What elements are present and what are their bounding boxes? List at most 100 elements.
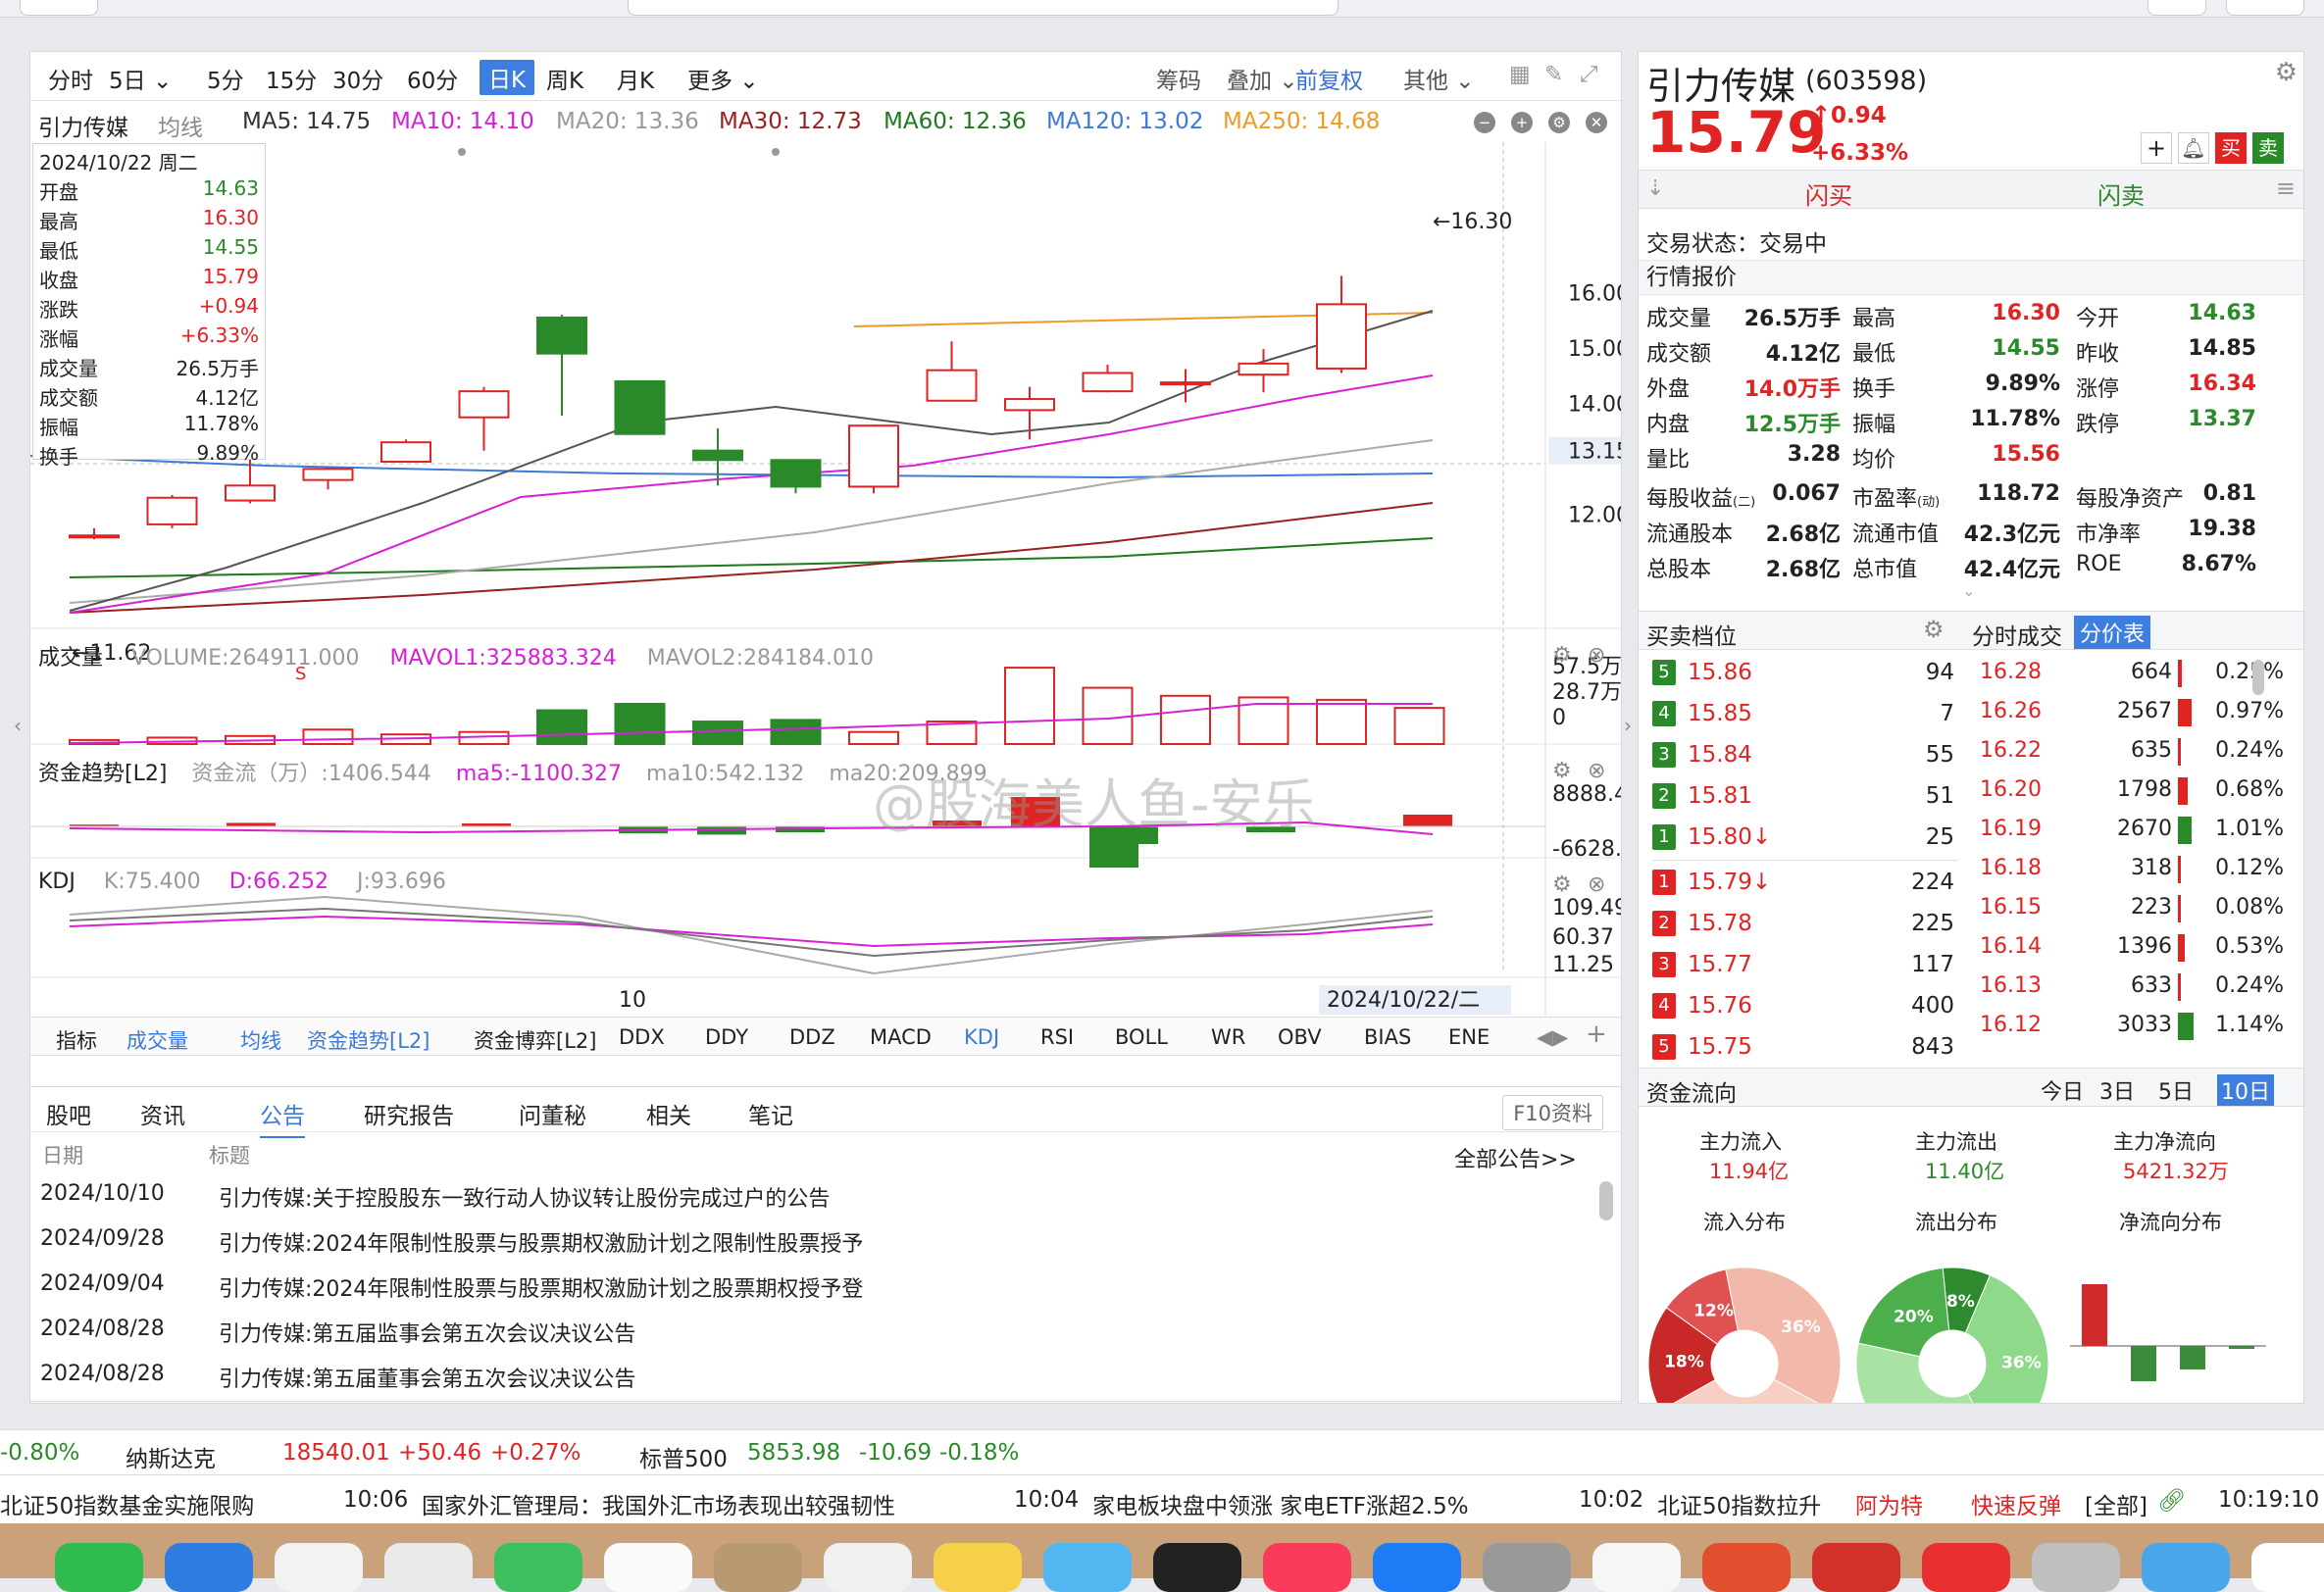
- ask-row[interactable]: 1 15.80↓ 25: [1652, 819, 1962, 858]
- dock-app-icon[interactable]: [1592, 1543, 1681, 1592]
- dock-app-icon[interactable]: [1043, 1543, 1132, 1592]
- sell-tag-button[interactable]: 卖: [2252, 132, 2284, 164]
- indicator-tab-14[interactable]: BIAS: [1364, 1025, 1411, 1049]
- price-table-row[interactable]: 16.13 633 0.24%: [1970, 968, 2290, 1007]
- price-table-row[interactable]: 16.26 2567 0.97%: [1970, 693, 2290, 732]
- orderbook-gear-icon[interactable]: ⚙: [1923, 616, 1945, 643]
- bid-row[interactable]: 5 15.75 843: [1652, 1028, 1962, 1068]
- news-tab-3[interactable]: 研究报告: [364, 1097, 454, 1130]
- news-ticker-item[interactable]: 10:06: [343, 1487, 408, 1513]
- back-button[interactable]: [20, 0, 98, 16]
- news-tab-6[interactable]: 笔记: [748, 1097, 793, 1130]
- menu-icon[interactable]: ≡: [2276, 174, 2296, 202]
- news-title[interactable]: 引力传媒:第五届董事会第五次会议决议公告: [219, 1362, 635, 1393]
- indicator-tab-6[interactable]: DDY: [705, 1025, 748, 1049]
- left-collapse-arrow[interactable]: ‹: [14, 714, 22, 737]
- fundflow-period-3[interactable]: 10日: [2217, 1074, 2274, 1106]
- price-table-row[interactable]: 16.14 1396 0.53%: [1970, 928, 2290, 968]
- indicator-tab-10[interactable]: RSI: [1040, 1025, 1074, 1049]
- buy-tag-button[interactable]: 买: [2215, 132, 2247, 164]
- indicator-tab-5[interactable]: DDX: [619, 1025, 665, 1049]
- news-ticker-item[interactable]: 家电板块盘中领涨 家电ETF涨超2.5%: [1092, 1487, 1469, 1520]
- dock-app-icon[interactable]: [2032, 1543, 2120, 1592]
- link-icon[interactable]: 🔗︎: [2157, 1487, 2186, 1514]
- news-tab-5[interactable]: 相关: [646, 1097, 691, 1130]
- news-scrollbar[interactable]: [1599, 1181, 1613, 1220]
- indicator-tab-8[interactable]: MACD: [870, 1025, 932, 1049]
- layout-button[interactable]: [2147, 0, 2206, 16]
- collapse-icon[interactable]: ⇣: [1646, 176, 1664, 201]
- indicator-tab-2[interactable]: 均线: [240, 1025, 281, 1055]
- add-icon[interactable]: +: [2141, 132, 2172, 164]
- price-table-row[interactable]: 16.12 3033 1.14%: [1970, 1007, 2290, 1046]
- dock-app-icon[interactable]: [1153, 1543, 1241, 1592]
- dock-app-icon[interactable]: [1263, 1543, 1351, 1592]
- news-row[interactable]: 2024/08/28 引力传媒:第五届监事会第五次会议决议公告: [40, 1317, 1570, 1348]
- ask-row[interactable]: 5 15.86 94: [1652, 654, 1962, 693]
- news-title[interactable]: 引力传媒:第五届监事会第五次会议决议公告: [219, 1317, 635, 1348]
- price-table-row[interactable]: 16.28 664 0.25%: [1970, 654, 2290, 693]
- bid-row[interactable]: 4 15.76 400: [1652, 987, 1962, 1026]
- price-table-row[interactable]: 16.20 1798 0.68%: [1970, 771, 2290, 811]
- fundflow-period-1[interactable]: 3日: [2099, 1074, 2135, 1106]
- search-box[interactable]: [628, 0, 1339, 16]
- news-ticker-item[interactable]: 10:04: [1014, 1487, 1079, 1513]
- indicator-tab-15[interactable]: ENE: [1448, 1025, 1490, 1049]
- fundflow-period-0[interactable]: 今日: [2041, 1074, 2084, 1106]
- bid-row[interactable]: 1 15.79↓ 224: [1652, 864, 1962, 903]
- dock-app-icon[interactable]: [824, 1543, 912, 1592]
- settings-gear-icon[interactable]: ⚙: [2275, 58, 2298, 87]
- flash-sell-button[interactable]: 闪卖: [2097, 176, 2145, 211]
- kline-chart[interactable]: ←16.30←11.62S16.0015.0014.0013.1512.0057…: [30, 52, 1621, 1052]
- price-table-row[interactable]: 16.15 223 0.08%: [1970, 889, 2290, 928]
- dock-app-icon[interactable]: [275, 1543, 363, 1592]
- indicator-tab-12[interactable]: WR: [1211, 1025, 1245, 1049]
- indicator-tab-13[interactable]: OBV: [1278, 1025, 1322, 1049]
- dock-app-icon[interactable]: [2251, 1543, 2324, 1592]
- ticks-scrollbar[interactable]: [2252, 660, 2264, 695]
- dock-app-icon[interactable]: [714, 1543, 802, 1592]
- indicator-tab-0[interactable]: 指标: [56, 1025, 97, 1055]
- dock-app-icon[interactable]: [165, 1543, 253, 1592]
- right-collapse-arrow[interactable]: ›: [1624, 714, 1632, 737]
- all-announcements-link[interactable]: 全部公告>>: [1454, 1142, 1577, 1173]
- news-title[interactable]: 引力传媒:2024年限制性股票与股票期权激励计划之限制性股票授予: [219, 1226, 863, 1258]
- news-ticker-item[interactable]: [全部]: [2085, 1487, 2147, 1520]
- news-row[interactable]: 2024/10/10 引力传媒:关于控股股东一致行动人协议转让股份完成过户的公告: [40, 1181, 1570, 1213]
- news-ticker-item[interactable]: 北证50指数基金实施限购: [0, 1487, 254, 1520]
- indicator-tab-3[interactable]: 资金趋势[L2]: [307, 1025, 429, 1055]
- dock-app-icon[interactable]: [55, 1543, 143, 1592]
- news-ticker-item[interactable]: 快速反弹: [1971, 1487, 2061, 1520]
- news-ticker-item[interactable]: 10:02: [1579, 1487, 1643, 1513]
- price-table-tab[interactable]: 分价表: [2074, 616, 2151, 649]
- price-table-row[interactable]: 16.19 2670 1.01%: [1970, 811, 2290, 850]
- ask-row[interactable]: 3 15.84 55: [1652, 736, 1962, 775]
- ticks-title[interactable]: 分时成交: [1972, 618, 2062, 651]
- news-tab-0[interactable]: 股吧: [46, 1097, 91, 1130]
- dock-app-icon[interactable]: [384, 1543, 473, 1592]
- add-indicator-icon[interactable]: +: [1586, 1020, 1607, 1049]
- news-ticker-item[interactable]: 北证50指数拉升: [1657, 1487, 1821, 1520]
- dock-app-icon[interactable]: [1483, 1543, 1571, 1592]
- indicator-tab-1[interactable]: 成交量: [126, 1025, 188, 1055]
- news-row[interactable]: 2024/09/04 引力传媒:2024年限制性股票与股票期权激励计划之股票期权授…: [40, 1271, 1570, 1303]
- indicator-tab-11[interactable]: BOLL: [1115, 1025, 1168, 1049]
- news-row[interactable]: 2024/08/28 引力传媒:第五届董事会第五次会议决议公告: [40, 1362, 1570, 1393]
- dock-app-icon[interactable]: [1922, 1543, 2010, 1592]
- dock-app-icon[interactable]: [2142, 1543, 2230, 1592]
- dock-app-icon[interactable]: [1373, 1543, 1461, 1592]
- news-title[interactable]: 引力传媒:2024年限制性股票与股票期权激励计划之股票期权授予登: [219, 1271, 863, 1303]
- price-table-row[interactable]: 16.22 635 0.24%: [1970, 732, 2290, 771]
- bell-icon[interactable]: 🔔︎: [2178, 132, 2209, 164]
- news-ticker-item[interactable]: 阿为特: [1855, 1487, 1923, 1520]
- indicator-tab-9[interactable]: KDJ: [964, 1025, 999, 1049]
- indicator-tab-4[interactable]: 资金博弈[L2]: [474, 1025, 596, 1055]
- window-button[interactable]: [2226, 0, 2304, 16]
- price-table-row[interactable]: 16.18 318 0.12%: [1970, 850, 2290, 889]
- dock-app-icon[interactable]: [1812, 1543, 1900, 1592]
- news-tab-1[interactable]: 资讯: [140, 1097, 185, 1130]
- dock-app-icon[interactable]: [934, 1543, 1022, 1592]
- fundflow-period-2[interactable]: 5日: [2158, 1074, 2194, 1106]
- dock-app-icon[interactable]: [1702, 1543, 1791, 1592]
- tabs-scroll-arrows[interactable]: ◀▶: [1537, 1025, 1568, 1049]
